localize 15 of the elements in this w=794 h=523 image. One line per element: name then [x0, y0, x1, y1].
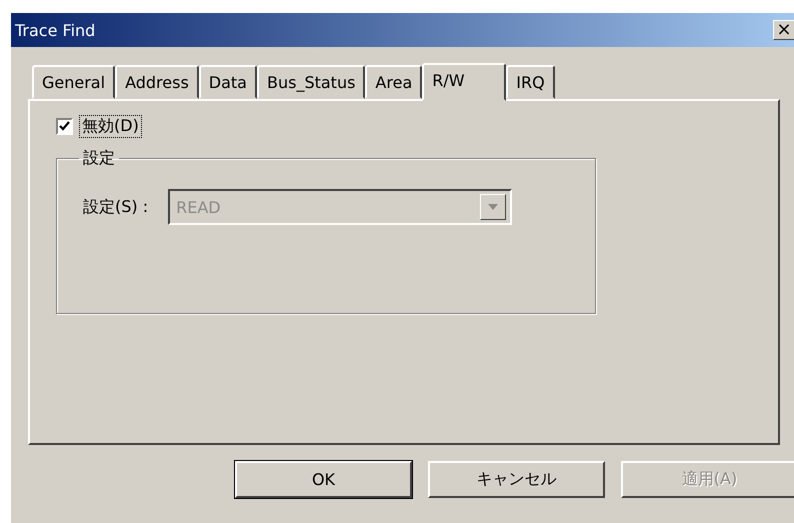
tab[interactable]: General — [32, 65, 116, 99]
close-button[interactable]: × — [773, 20, 794, 40]
setting-label: 設定(S) : — [83, 196, 148, 218]
window-title: Trace Find — [15, 20, 96, 40]
tab[interactable]: Address — [115, 65, 199, 99]
tab[interactable]: R/W — [422, 63, 506, 101]
tab[interactable]: Bus_Status — [256, 65, 366, 99]
group-title: 設定 — [82, 148, 116, 169]
checkbox-label[interactable]: 無効(D) — [79, 115, 142, 138]
tab[interactable]: IRQ — [506, 65, 555, 99]
tab[interactable]: Area — [365, 65, 422, 99]
dialog-button[interactable]: OK — [235, 461, 412, 498]
tab[interactable]: Data — [198, 65, 257, 99]
dialog-button[interactable]: キャンセル — [428, 461, 605, 498]
checkbox[interactable] — [56, 118, 73, 135]
